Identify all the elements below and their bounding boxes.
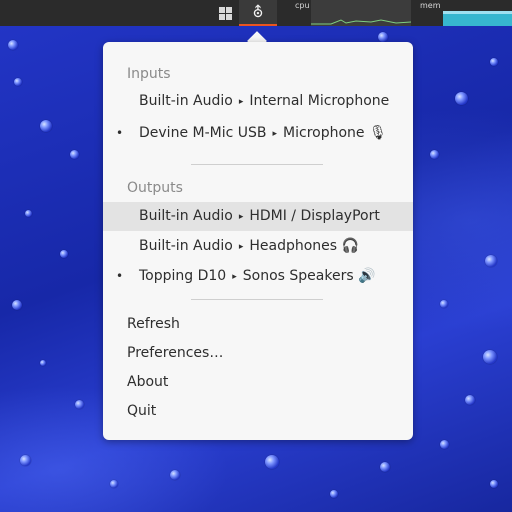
input-item-label: Devine M-Mic USB ▸ Microphone 🎙 (139, 125, 387, 141)
output-item-label: Built-in Audio ▸ HDMI / DisplayPort (139, 208, 380, 224)
water-drop (75, 400, 84, 409)
active-dot-icon: • (116, 269, 124, 283)
outputs-section-title: Outputs (127, 180, 183, 196)
cpu-monitor-graph (311, 0, 412, 26)
water-drop (485, 255, 497, 267)
cpu-monitor-label: cpu (295, 1, 310, 10)
input-item-devine-mic[interactable]: • Devine M-Mic USB ▸ Microphone 🎙 (103, 119, 413, 148)
arrow-right-icon: ▸ (272, 129, 278, 139)
input-item-internal-microphone[interactable]: Built-in Audio ▸ Internal Microphone (103, 87, 413, 116)
arrow-right-icon: ▸ (232, 272, 237, 282)
refresh-menu-item[interactable]: Refresh (127, 313, 180, 335)
active-dot-icon: • (116, 126, 124, 140)
water-drop (378, 32, 388, 42)
menu-separator (191, 299, 323, 300)
inputs-section-title: Inputs (127, 66, 171, 82)
output-item-label: Built-in Audio ▸ Headphones 🎧 (139, 238, 359, 254)
preferences-menu-item[interactable]: Preferences… (127, 342, 223, 364)
output-item-hdmi[interactable]: Built-in Audio ▸ HDMI / DisplayPort (103, 202, 413, 231)
arrow-right-icon: ▸ (238, 242, 244, 252)
cpu-graph-plot (311, 19, 412, 25)
water-drop (110, 480, 118, 488)
water-drop (330, 490, 338, 498)
water-drop (40, 120, 52, 132)
water-drop (490, 480, 498, 488)
top-panel: ⛢ cpu mem (0, 0, 512, 26)
memory-monitor-graph (443, 11, 512, 26)
output-item-sonos-speakers[interactable]: • Topping D10 ▸ Sonos Speakers 🔊 (103, 262, 413, 291)
about-menu-item[interactable]: About (127, 371, 168, 393)
water-drop (20, 455, 31, 466)
workspace-switcher-icon[interactable] (219, 7, 232, 20)
menu-separator (191, 164, 323, 165)
audio-switcher-indicator-icon[interactable]: ⛢ (239, 0, 277, 26)
water-drop (465, 395, 475, 405)
water-drop (483, 350, 497, 364)
water-drop (440, 440, 449, 449)
memory-monitor-label: mem (420, 1, 441, 10)
water-drop (70, 150, 79, 159)
water-drop (430, 150, 439, 159)
water-drop (265, 455, 279, 469)
quit-menu-item[interactable]: Quit (127, 400, 156, 422)
water-drop (455, 92, 468, 105)
arrow-right-icon: ▸ (238, 212, 244, 222)
input-item-label: Built-in Audio ▸ Internal Microphone (139, 93, 390, 109)
water-drop (380, 462, 390, 472)
water-drop (40, 360, 46, 366)
water-drop (14, 78, 22, 86)
arrow-right-icon: ▸ (238, 97, 244, 107)
output-item-label: Topping D10 ▸ Sonos Speakers 🔊 (139, 268, 376, 284)
water-drop (60, 250, 68, 258)
audio-device-menu: Inputs Built-in Audio ▸ Internal Microphon… (103, 42, 413, 440)
water-drop (440, 300, 448, 308)
output-item-headphones[interactable]: Built-in Audio ▸ Headphones 🎧 (103, 232, 413, 261)
water-drop (25, 210, 32, 217)
water-drop (170, 470, 180, 480)
water-drop (8, 40, 18, 50)
water-drop (490, 58, 498, 66)
water-drop (12, 300, 22, 310)
